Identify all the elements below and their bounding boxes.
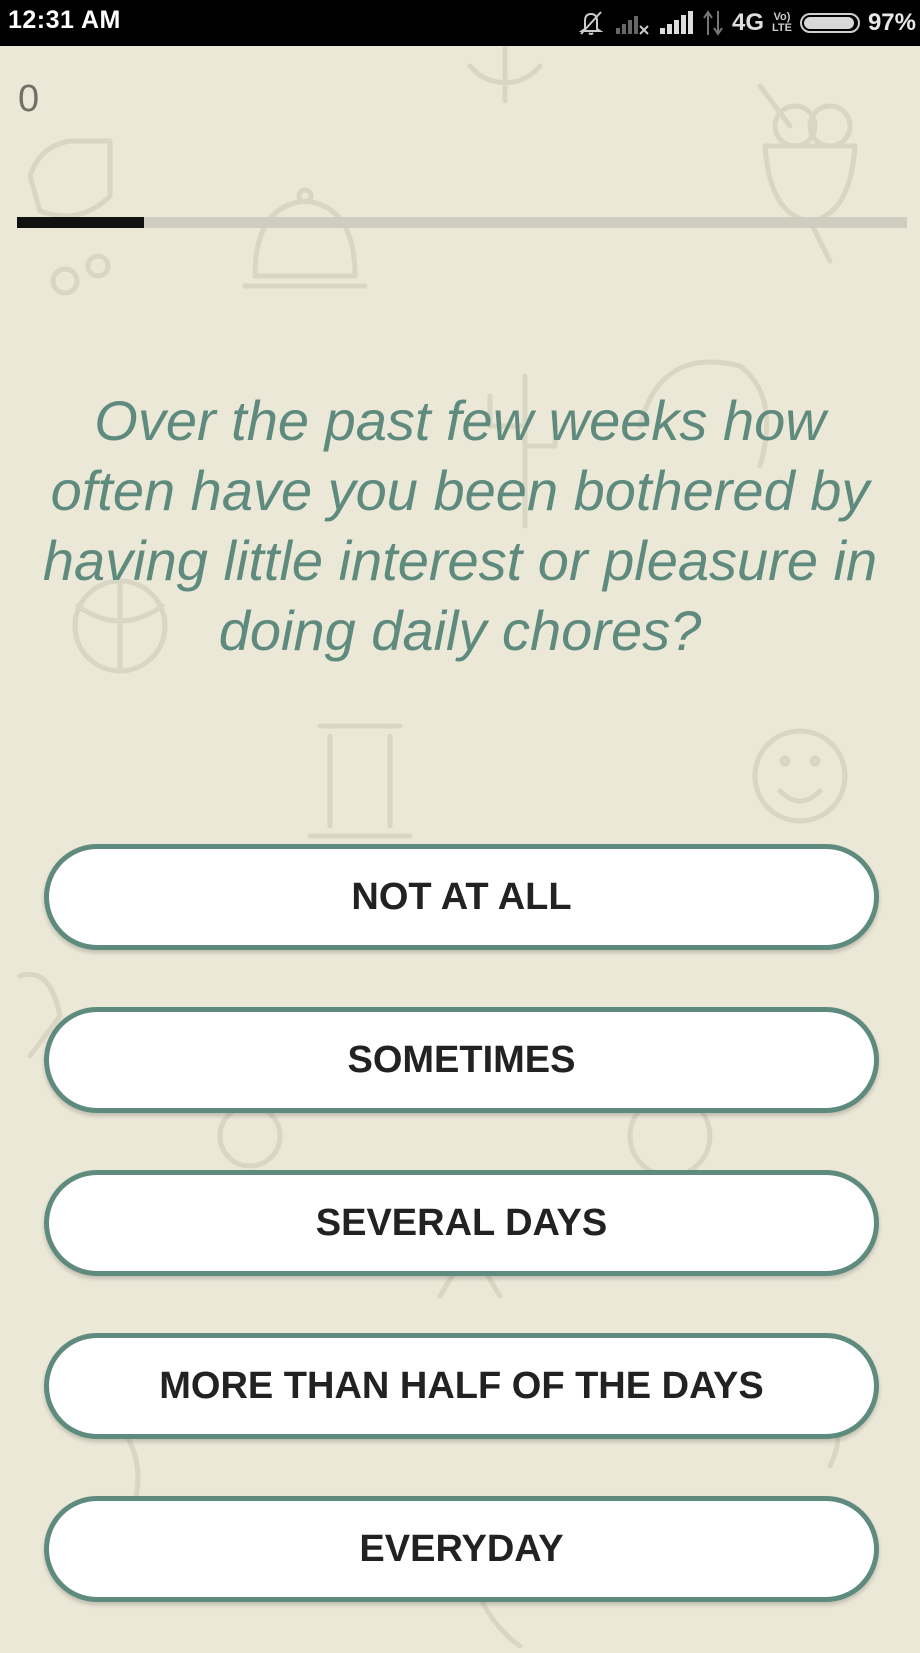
progress-bar [17, 217, 907, 228]
battery-icon [799, 13, 860, 33]
answer-button-sometimes[interactable]: SOMETIMES [44, 1007, 879, 1113]
answer-button-everyday[interactable]: EVERYDAY [44, 1496, 879, 1602]
score-counter: 0 [18, 78, 40, 120]
data-arrows-icon [702, 9, 724, 37]
question-text: Over the past few weeks how often have y… [42, 389, 878, 662]
status-icons: 4G Vo) LTE 97% [576, 5, 916, 41]
network-type: 4G [731, 9, 764, 36]
status-time: 12:31 AM [8, 6, 121, 34]
signal-no-sim-icon [614, 10, 650, 36]
volte-icon: Vo) LTE [772, 12, 792, 34]
progress-bar-fill [17, 217, 145, 228]
status-bar: 12:31 AM 4G Vo) LTE 97% [0, 0, 920, 46]
answer-button-not-at-all[interactable]: NOT AT ALL [44, 844, 879, 950]
answer-button-several-days[interactable]: SEVERAL DAYS [44, 1170, 879, 1276]
volte-bottom: LTE [771, 22, 792, 34]
battery-fill [803, 17, 855, 29]
signal-icon [658, 10, 694, 36]
mute-icon [576, 8, 606, 38]
answer-button-more-than-half[interactable]: MORE THAN HALF OF THE DAYS [44, 1333, 879, 1439]
battery-percent: 97% [867, 9, 916, 36]
answer-list: NOT AT ALL SOMETIMES SEVERAL DAYS MORE T… [44, 844, 879, 1653]
